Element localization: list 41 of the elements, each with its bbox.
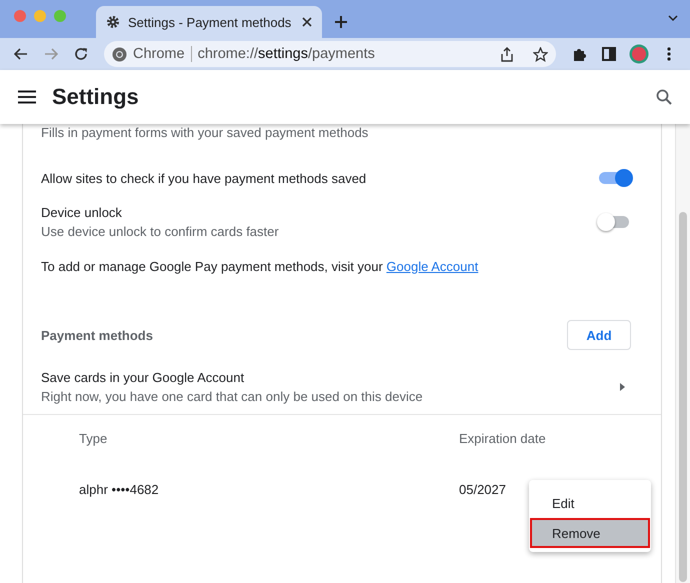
star-icon[interactable] [533, 46, 548, 62]
setting-label: Allow sites to check if you have payment methods saved [41, 170, 368, 188]
reload-icon[interactable] [74, 47, 88, 61]
url-text: chrome://settings/payments [198, 46, 375, 62]
search-icon[interactable] [656, 89, 672, 105]
card-name: alphr ••••4682 [79, 482, 159, 497]
expiration-date: 05/2027 [459, 482, 506, 497]
setting-description: Right now, you have one card that can only be used on this device [41, 388, 424, 406]
gear-icon [106, 15, 120, 29]
menu-item[interactable]: Remove [530, 518, 650, 548]
google-pay-text: To add or manage Google Pay payment methods, visit your Google Account [41, 258, 478, 274]
tab-title: Settings - Payment methods [128, 14, 292, 30]
address-bar[interactable]: Chrome chrome://settings/payments [104, 41, 556, 67]
column-header: Type [79, 431, 108, 446]
omnibox-label: Chrome [133, 46, 185, 62]
add-button[interactable]: Add [567, 320, 631, 350]
setting-label: Device unlock [41, 204, 123, 222]
back-icon[interactable] [14, 48, 28, 60]
scrollbar-thumb[interactable] [679, 212, 687, 582]
toggle-switch[interactable] [599, 216, 629, 228]
new-tab-icon[interactable] [334, 15, 348, 29]
menu-item[interactable]: Edit [530, 488, 650, 518]
chevron-down-icon[interactable] [668, 15, 678, 22]
google-account-link[interactable]: Google Account [386, 258, 478, 274]
caret-right-icon [620, 383, 625, 391]
column-header: Expiration date [459, 431, 546, 446]
puzzle-icon[interactable] [572, 46, 586, 62]
more-icon[interactable] [667, 47, 671, 61]
setting-description: Fills in payment forms with your saved payment methods [41, 125, 368, 140]
share-icon[interactable] [501, 46, 513, 62]
save-cards-row[interactable]: Save cards in your Google Account Right now, you have one card that can only be used on this device [23, 368, 661, 406]
section-title: Payment methods [41, 328, 154, 342]
setting-label: Save cards in your Google Account [41, 369, 246, 387]
side-panel-icon[interactable] [602, 47, 616, 61]
setting-description: Use device unlock to confirm cards faster [41, 223, 280, 241]
page-title: Settings [52, 84, 140, 110]
chrome-icon [112, 46, 127, 62]
close-icon[interactable] [302, 17, 312, 27]
browser-tab[interactable]: Settings - Payment methods [96, 6, 322, 38]
menu-icon[interactable] [18, 90, 36, 104]
avatar-icon[interactable] [629, 44, 649, 64]
